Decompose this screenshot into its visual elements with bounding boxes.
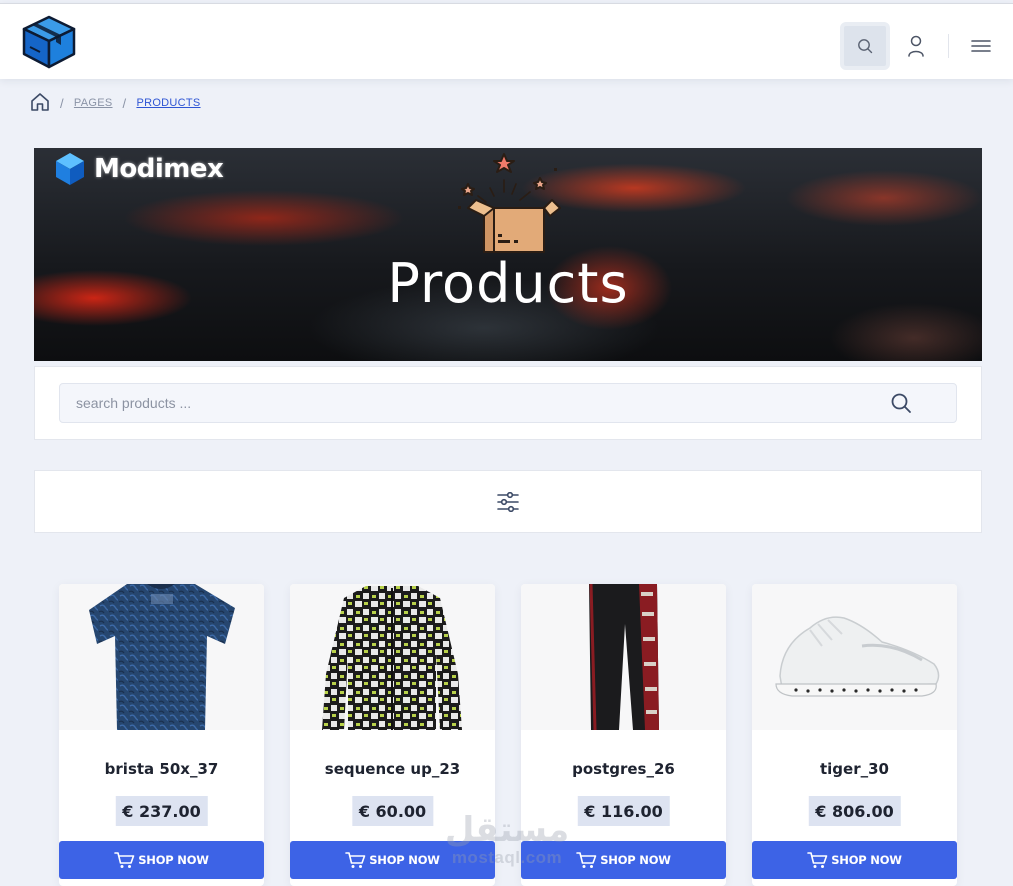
hamburger-menu-icon [971, 40, 991, 52]
cube-box-icon[interactable] [20, 14, 78, 70]
breadcrumb-item-pages[interactable]: PAGES [74, 97, 113, 109]
product-price: € 60.00 [351, 796, 434, 826]
product-name[interactable]: sequence up_23 [290, 760, 495, 778]
product-price: € 806.00 [808, 796, 901, 826]
shopping-cart-icon [576, 852, 597, 868]
header-divider [948, 34, 949, 58]
banner-title: Products [387, 252, 629, 315]
product-image-pants[interactable] [521, 584, 726, 730]
products-hero-banner: Modimex Products [34, 148, 982, 361]
product-image-tshirt[interactable] [59, 584, 264, 730]
shop-now-label: SHOP NOW [831, 853, 902, 867]
shop-now-label: SHOP NOW [138, 853, 209, 867]
search-icon [858, 39, 873, 54]
product-card[interactable]: postgres_26 € 116.00 SHOP NOW [521, 584, 726, 886]
shopping-cart-icon [345, 852, 366, 868]
product-name[interactable]: postgres_26 [521, 760, 726, 778]
shop-now-label: SHOP NOW [369, 853, 440, 867]
product-name[interactable]: tiger_30 [752, 760, 957, 778]
breadcrumb-separator: / [122, 95, 127, 111]
product-image-jacket[interactable] [290, 584, 495, 730]
breadcrumb-separator: / [60, 95, 64, 111]
filter-toggle-bar[interactable] [34, 470, 982, 533]
shopping-cart-icon [807, 852, 828, 868]
product-image-sneaker[interactable] [752, 584, 957, 730]
user-account-button[interactable] [903, 32, 929, 60]
search-card [34, 366, 982, 440]
product-price: € 237.00 [115, 796, 208, 826]
shopping-cart-icon [114, 852, 135, 868]
breadcrumb: / PAGES / PRODUCTS [30, 92, 201, 114]
breadcrumb-home-link[interactable] [30, 92, 50, 115]
sliders-filter-icon[interactable] [497, 491, 519, 512]
product-search-field [59, 383, 957, 423]
product-price: € 116.00 [577, 796, 670, 826]
search-icon[interactable] [890, 392, 912, 414]
shop-now-button[interactable]: SHOP NOW [752, 841, 957, 879]
brand-name: Modimex [94, 154, 224, 184]
brand-logo: Modimex [54, 152, 224, 186]
header-search-button[interactable] [840, 22, 890, 70]
product-card[interactable]: tiger_30 € 806.00 SHOP NOW [752, 584, 957, 886]
home-icon [31, 92, 49, 111]
product-card[interactable]: brista 50x_37 € 237.00 SHOP NOW [59, 584, 264, 886]
product-name[interactable]: brista 50x_37 [59, 760, 264, 778]
breadcrumb-item-products[interactable]: PRODUCTS [136, 97, 200, 109]
menu-button[interactable] [968, 34, 994, 58]
open-gift-box-icon [458, 153, 561, 253]
user-icon [908, 35, 924, 57]
product-search-input[interactable] [76, 395, 890, 411]
shop-now-button[interactable]: SHOP NOW [290, 841, 495, 879]
top-navbar [0, 3, 1013, 79]
product-card[interactable]: sequence up_23 € 60.00 SHOP NOW [290, 584, 495, 886]
hexagon-cube-icon [56, 153, 84, 185]
shop-now-button[interactable]: SHOP NOW [521, 841, 726, 879]
shop-now-button[interactable]: SHOP NOW [59, 841, 264, 879]
shop-now-label: SHOP NOW [600, 853, 671, 867]
